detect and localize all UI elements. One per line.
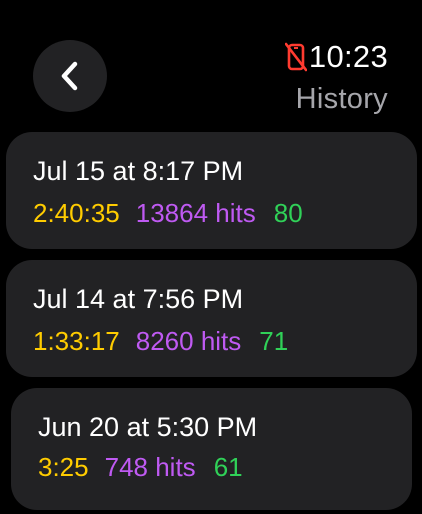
session-hits: 748 hits bbox=[104, 452, 196, 482]
session-duration: 1:33:17 bbox=[33, 326, 120, 356]
history-session-card[interactable]: Jun 20 at 5:30 PM 3:25 748 hits 61 bbox=[11, 388, 412, 510]
session-date: Jul 15 at 8:17 PM bbox=[33, 156, 244, 186]
session-score: 80 bbox=[273, 198, 303, 228]
history-list: Jul 15 at 8:17 PM 2:40:35 13864 hits 80 Ju… bbox=[0, 0, 422, 514]
session-score: 71 bbox=[259, 326, 289, 356]
session-duration: 2:40:35 bbox=[33, 198, 120, 228]
session-stats: 3:25 748 hits 61 bbox=[38, 450, 243, 484]
session-score: 61 bbox=[213, 452, 243, 482]
session-hits: 13864 hits bbox=[135, 198, 256, 228]
history-session-card[interactable]: Jul 15 at 8:17 PM 2:40:35 13864 hits 80 bbox=[6, 132, 417, 249]
session-date: Jul 14 at 7:56 PM bbox=[33, 284, 244, 314]
session-stats: 2:40:35 13864 hits 80 bbox=[33, 196, 303, 230]
session-stats: 1:33:17 8260 hits 71 bbox=[33, 324, 288, 358]
session-hits: 8260 hits bbox=[135, 326, 242, 356]
history-session-card[interactable]: Jul 14 at 7:56 PM 1:33:17 8260 hits 71 bbox=[6, 260, 417, 377]
session-duration: 3:25 bbox=[38, 452, 89, 482]
session-date: Jun 20 at 5:30 PM bbox=[38, 412, 258, 442]
